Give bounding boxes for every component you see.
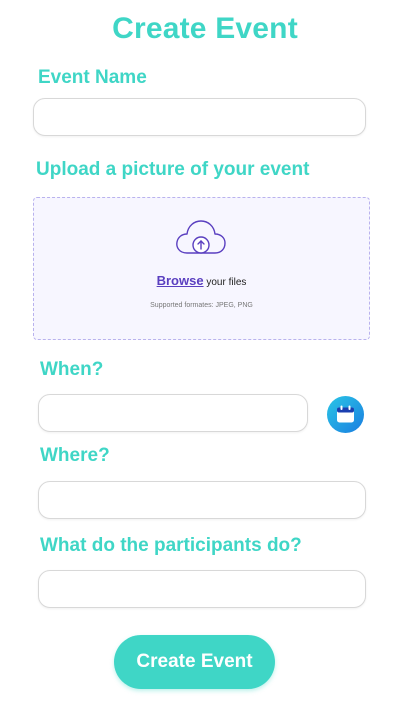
where-label: Where? bbox=[40, 445, 110, 466]
browse-line: Browse your files bbox=[34, 273, 369, 288]
page-title: Create Event bbox=[112, 12, 298, 45]
upload-label: Upload a picture of your event bbox=[36, 159, 310, 180]
where-field[interactable] bbox=[38, 481, 366, 519]
browse-suffix: your files bbox=[206, 277, 247, 288]
calendar-icon bbox=[337, 405, 354, 423]
calendar-button[interactable] bbox=[327, 396, 364, 433]
cloud-upload-icon bbox=[176, 220, 226, 254]
when-field[interactable] bbox=[38, 394, 308, 432]
image-upload-dropzone[interactable]: Browse your files Supported formates: JP… bbox=[33, 197, 370, 340]
browse-link[interactable]: Browse bbox=[157, 273, 204, 288]
when-label: When? bbox=[40, 359, 104, 380]
activity-label: What do the participants do? bbox=[40, 535, 302, 556]
event-name-field[interactable] bbox=[33, 98, 366, 136]
supported-formats-text: Supported formates: JPEG, PNG bbox=[150, 302, 253, 309]
activity-field[interactable] bbox=[38, 570, 366, 608]
event-name-label: Event Name bbox=[38, 67, 147, 88]
create-event-button[interactable]: Create Event bbox=[114, 635, 275, 689]
